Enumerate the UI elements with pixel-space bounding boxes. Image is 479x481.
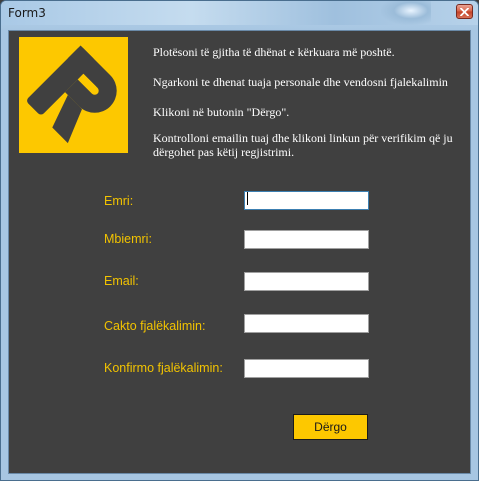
instruction-line-4: Kontrolloni emailin tuaj dhe klikoni lin…: [153, 131, 453, 159]
first-name-input[interactable]: [244, 191, 369, 210]
instruction-line-1: Plotësoni të gjitha të dhënat e kërkuara…: [153, 45, 395, 59]
r-logo-icon: [19, 37, 128, 153]
instruction-line-3: Klikoni në butonin "Dërgo".: [153, 105, 290, 119]
form-client-area: Plotësoni të gjitha të dhënat e kërkuara…: [8, 30, 471, 474]
titlebar-glow: [381, 1, 431, 25]
app-window: Form3 Plotësoni të gjitha të dhënat e kë…: [0, 0, 479, 481]
password-input[interactable]: [244, 314, 369, 333]
confirm-password-input[interactable]: [244, 359, 369, 378]
instruction-line-2: Ngarkoni te dhenat tuaja personale dhe v…: [153, 75, 448, 89]
window-title: Form3: [8, 6, 46, 20]
title-bar[interactable]: Form3: [1, 1, 478, 25]
close-button[interactable]: [456, 4, 473, 19]
text-caret: [247, 192, 248, 205]
submit-button-label: Dërgo: [314, 420, 347, 434]
last-name-input[interactable]: [244, 230, 369, 249]
email-label: Email:: [104, 274, 139, 288]
email-input[interactable]: [244, 272, 369, 291]
last-name-label: Mbiemri:: [104, 232, 152, 246]
confirm-password-label: Konfirmo fjalëkalimin:: [104, 361, 223, 375]
submit-button[interactable]: Dërgo: [293, 414, 368, 440]
instructions: Plotësoni të gjitha të dhënat e kërkuara…: [153, 45, 463, 159]
close-icon: [460, 7, 469, 16]
password-label: Cakto fjalëkalimin:: [104, 319, 206, 333]
first-name-label: Emri:: [104, 194, 134, 208]
